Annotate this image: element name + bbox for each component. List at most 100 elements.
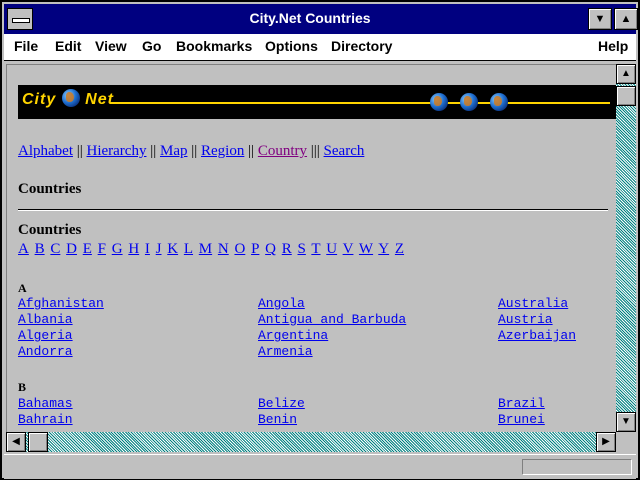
- letter-link[interactable]: Y: [378, 241, 389, 257]
- letter-link[interactable]: I: [145, 241, 150, 257]
- menu-view[interactable]: View: [95, 38, 127, 54]
- section-label-a: A: [18, 281, 27, 295]
- title-bar[interactable]: City.Net Countries ▼ ▲: [4, 4, 638, 34]
- letter-link[interactable]: S: [298, 241, 306, 257]
- letter-link[interactable]: P: [251, 241, 259, 257]
- letter-link[interactable]: C: [50, 241, 60, 257]
- globe-icon: [490, 93, 508, 111]
- page-content: City Net Alphabet || Hierarchy || Map ||…: [6, 64, 617, 433]
- arrow-down-icon: ▼: [621, 416, 631, 427]
- letter-link[interactable]: J: [156, 241, 162, 257]
- letter-index: A B C D E F G H I J K L M N O P Q R S T …: [18, 241, 406, 258]
- letter-link[interactable]: Z: [395, 241, 404, 257]
- country-link[interactable]: Bahrain: [18, 412, 73, 428]
- nav-search[interactable]: Search: [324, 143, 365, 159]
- country-link[interactable]: Andorra: [18, 344, 104, 360]
- letter-link[interactable]: F: [98, 241, 106, 257]
- scroll-left-button[interactable]: ◀: [6, 432, 26, 452]
- nav-region[interactable]: Region: [201, 143, 244, 159]
- section-title: Countries: [18, 222, 82, 238]
- country-column: Brazil Brunei: [498, 396, 545, 428]
- letter-link[interactable]: O: [234, 241, 245, 257]
- letter-link[interactable]: N: [218, 241, 229, 257]
- letter-link[interactable]: D: [66, 241, 77, 257]
- section-label-b: B: [18, 380, 27, 394]
- country-link[interactable]: Azerbaijan: [498, 328, 576, 344]
- menu-help[interactable]: Help: [598, 38, 628, 54]
- country-link[interactable]: Brunei: [498, 412, 545, 428]
- letter-link[interactable]: H: [128, 241, 139, 257]
- divider: [18, 209, 608, 211]
- letter-link[interactable]: U: [326, 241, 337, 257]
- country-link[interactable]: Argentina: [258, 328, 406, 344]
- nav-hierarchy[interactable]: Hierarchy: [87, 143, 147, 159]
- vertical-scrollbar[interactable]: ▲ ▼: [616, 64, 636, 432]
- menu-file[interactable]: File: [14, 38, 38, 54]
- country-column: Afghanistan Albania Algeria Andorra: [18, 296, 104, 360]
- country-link[interactable]: Australia: [498, 296, 576, 312]
- globe-icon: [460, 93, 478, 111]
- browser-window: City.Net Countries ▼ ▲ File Edit View Go…: [0, 0, 640, 480]
- logo-text-net: Net: [85, 91, 114, 109]
- country-link[interactable]: Belize: [258, 396, 305, 412]
- country-link[interactable]: Antigua and Barbuda: [258, 312, 406, 328]
- horizontal-scroll-thumb[interactable]: [28, 432, 48, 452]
- country-link[interactable]: Angola: [258, 296, 406, 312]
- letter-link[interactable]: L: [184, 241, 193, 257]
- arrow-right-icon: ▶: [602, 436, 610, 447]
- letter-link[interactable]: T: [311, 241, 320, 257]
- nav-links: Alphabet || Hierarchy || Map || Region |…: [18, 143, 365, 159]
- country-link[interactable]: Brazil: [498, 396, 545, 412]
- letter-link[interactable]: B: [35, 241, 45, 257]
- maximize-button[interactable]: ▲: [614, 8, 638, 30]
- minimize-icon: ▼: [594, 13, 606, 25]
- system-menu-icon: [12, 18, 30, 23]
- letter-link[interactable]: K: [167, 241, 178, 257]
- country-link[interactable]: Algeria: [18, 328, 104, 344]
- country-column: Bahamas Bahrain: [18, 396, 73, 428]
- menu-options[interactable]: Options: [265, 38, 318, 54]
- window-title: City.Net Countries: [249, 10, 371, 26]
- banner-line: [110, 102, 610, 104]
- letter-link[interactable]: A: [18, 241, 29, 257]
- letter-link[interactable]: G: [112, 241, 123, 257]
- status-field: [522, 459, 632, 475]
- globe-icon: [430, 93, 448, 111]
- country-link[interactable]: Albania: [18, 312, 104, 328]
- scroll-down-button[interactable]: ▼: [616, 412, 636, 432]
- country-link[interactable]: Armenia: [258, 344, 406, 360]
- nav-map[interactable]: Map: [160, 143, 188, 159]
- menu-edit[interactable]: Edit: [55, 38, 81, 54]
- maximize-icon: ▲: [620, 13, 632, 25]
- horizontal-scrollbar[interactable]: ◀ ▶: [6, 432, 616, 452]
- menu-go[interactable]: Go: [142, 38, 161, 54]
- logo-text-city: City: [22, 91, 57, 109]
- letter-link[interactable]: V: [343, 241, 354, 257]
- scroll-right-button[interactable]: ▶: [596, 432, 616, 452]
- system-menu-button[interactable]: [7, 8, 33, 30]
- menu-directory[interactable]: Directory: [331, 38, 392, 54]
- status-bar: [4, 454, 636, 479]
- letter-link[interactable]: R: [282, 241, 292, 257]
- minimize-button[interactable]: ▼: [588, 8, 612, 30]
- citynet-banner: City Net: [18, 85, 617, 119]
- letter-link[interactable]: E: [83, 241, 92, 257]
- letter-link[interactable]: M: [199, 241, 212, 257]
- country-link[interactable]: Bahamas: [18, 396, 73, 412]
- scroll-up-button[interactable]: ▲: [616, 64, 636, 84]
- country-column: Angola Antigua and Barbuda Argentina Arm…: [258, 296, 406, 360]
- globe-icon: [61, 89, 80, 107]
- vertical-scroll-thumb[interactable]: [616, 86, 636, 106]
- page-title: Countries: [18, 181, 82, 197]
- nav-alphabet[interactable]: Alphabet: [18, 143, 73, 159]
- country-link[interactable]: Austria: [498, 312, 576, 328]
- country-link[interactable]: Benin: [258, 412, 305, 428]
- letter-link[interactable]: Q: [265, 241, 276, 257]
- menu-bar: File Edit View Go Bookmarks Options Dire…: [4, 34, 636, 61]
- country-link[interactable]: Afghanistan: [18, 296, 104, 312]
- letter-link[interactable]: W: [359, 241, 373, 257]
- nav-country[interactable]: Country: [258, 143, 307, 159]
- country-column: Australia Austria Azerbaijan: [498, 296, 576, 344]
- menu-bookmarks[interactable]: Bookmarks: [176, 38, 252, 54]
- arrow-up-icon: ▲: [621, 68, 631, 79]
